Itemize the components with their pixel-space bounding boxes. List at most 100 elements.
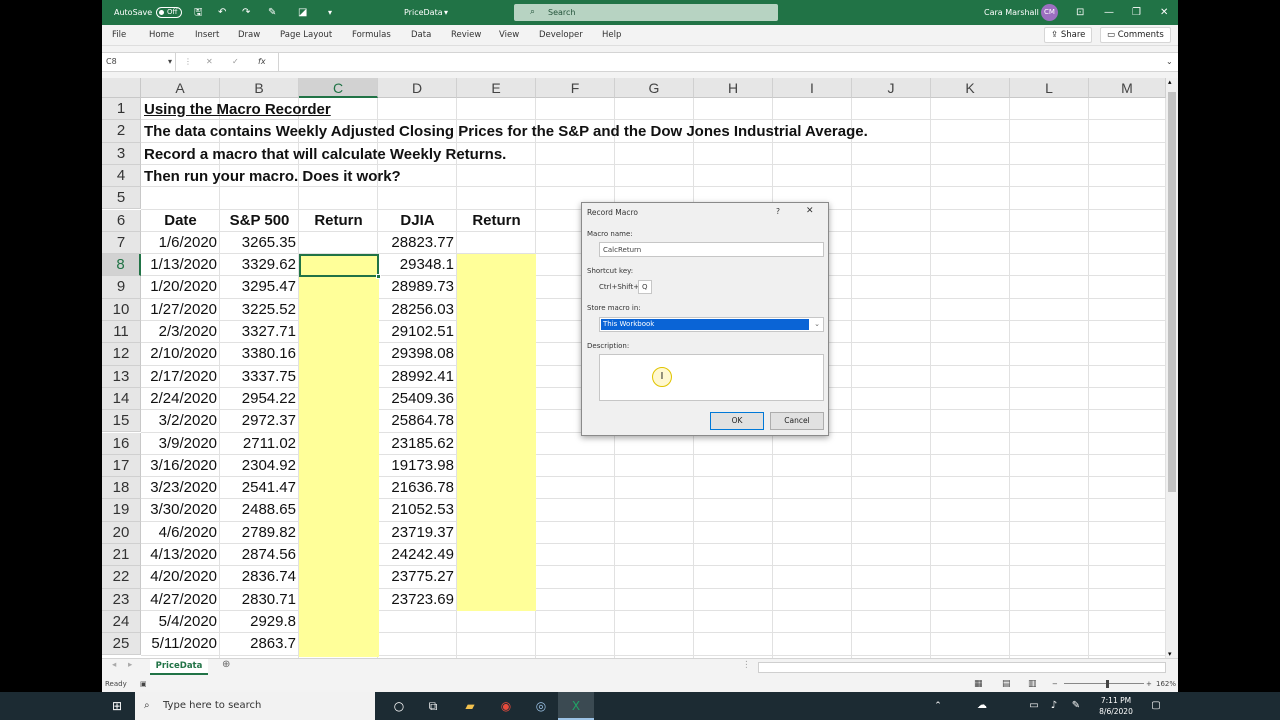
next-sheet-icon[interactable]: ▸ (128, 660, 132, 670)
active-cell-c8[interactable] (299, 254, 381, 279)
zoom-slider-thumb[interactable] (1106, 680, 1109, 688)
row-header-1[interactable]: 1 (102, 98, 141, 121)
sp500-cell[interactable]: 3380.16 (220, 343, 299, 365)
tab-review[interactable]: Review (451, 25, 481, 45)
djia-cell[interactable]: 28989.73 (378, 276, 457, 298)
djia-cell[interactable]: 23723.69 (378, 589, 457, 611)
date-cell[interactable]: 1/6/2020 (141, 232, 220, 254)
sp500-cell[interactable]: 2929.8 (220, 611, 299, 633)
djia-cell[interactable]: 29102.51 (378, 321, 457, 343)
sp500-cell[interactable]: 2711.02 (220, 433, 299, 455)
tab-data[interactable]: Data (411, 25, 431, 45)
avatar[interactable]: CM (1041, 4, 1058, 21)
sp500-cell[interactable]: 2836.74 (220, 566, 299, 588)
date-cell[interactable]: 4/13/2020 (141, 544, 220, 566)
sp500-cell[interactable]: 3225.52 (220, 299, 299, 321)
notifications-icon[interactable]: ▢ (1138, 692, 1174, 720)
row-header-21[interactable]: 21 (102, 544, 141, 567)
onedrive-icon[interactable]: ☁ (964, 692, 1000, 720)
column-header-l[interactable]: L (1010, 78, 1089, 98)
save-icon[interactable]: 🖫 (194, 0, 203, 25)
date-cell[interactable]: 2/10/2020 (141, 343, 220, 365)
row-header-19[interactable]: 19 (102, 499, 141, 522)
name-box[interactable]: C8 (102, 53, 176, 71)
date-cell[interactable]: 2/3/2020 (141, 321, 220, 343)
cancel-button[interactable]: Cancel (770, 412, 824, 430)
file-name-title[interactable]: PriceData (404, 0, 443, 25)
date-cell[interactable]: 3/9/2020 (141, 433, 220, 455)
tab-insert[interactable]: Insert (195, 25, 219, 45)
row-header-16[interactable]: 16 (102, 432, 141, 455)
row-header-12[interactable]: 12 (102, 343, 141, 366)
cell-a4[interactable]: Then run your macro. Does it work? (141, 166, 404, 188)
header-return-sp[interactable]: Return (299, 210, 378, 232)
taskbar-search[interactable]: ⌕ Type here to search (135, 692, 375, 720)
format-painter-icon[interactable]: ✎ (268, 0, 276, 25)
split-handle-icon[interactable]: ⋮ (742, 660, 751, 670)
chrome-icon[interactable]: ◉ (488, 692, 524, 720)
tab-formulas[interactable]: Formulas (352, 25, 391, 45)
column-header-f[interactable]: F (536, 78, 615, 98)
row-header-13[interactable]: 13 (102, 365, 141, 388)
file-explorer-icon[interactable]: ▰ (452, 692, 488, 720)
djia-cell[interactable]: 21052.53 (378, 499, 457, 521)
description-textarea[interactable]: I (599, 354, 824, 401)
row-header-4[interactable]: 4 (102, 164, 141, 188)
date-cell[interactable]: 3/16/2020 (141, 455, 220, 477)
tab-help[interactable]: Help (602, 25, 621, 45)
row-header-17[interactable]: 17 (102, 454, 141, 478)
tab-draw[interactable]: Draw (238, 25, 260, 45)
vertical-scrollbar[interactable]: ▴ ▾ (1166, 78, 1178, 658)
row-header-5[interactable]: 5 (102, 187, 141, 210)
cancel-entry-icon[interactable]: ✕ (206, 53, 213, 71)
prev-sheet-icon[interactable]: ◂ (112, 660, 116, 670)
help-icon[interactable]: ? (776, 207, 780, 216)
expand-formula-icon[interactable]: ⌄ (1166, 53, 1173, 71)
row-header-9[interactable]: 9 (102, 276, 141, 299)
row-header-22[interactable]: 22 (102, 566, 141, 589)
date-cell[interactable]: 1/13/2020 (141, 254, 220, 276)
column-header-h[interactable]: H (694, 78, 773, 98)
djia-cell[interactable]: 29348.1 (378, 254, 457, 276)
row-header-25[interactable]: 25 (102, 633, 141, 656)
row-header-11[interactable]: 11 (102, 321, 141, 344)
column-header-i[interactable]: I (773, 78, 852, 98)
date-cell[interactable]: 5/4/2020 (141, 611, 220, 633)
windows-start-icon[interactable]: ⊞ (99, 692, 135, 720)
sp500-cell[interactable]: 2488.65 (220, 499, 299, 521)
djia-cell[interactable]: 24242.49 (378, 544, 457, 566)
sp500-cell[interactable]: 3337.75 (220, 366, 299, 388)
horizontal-scrollbar[interactable] (758, 662, 1166, 673)
cell-a3[interactable]: Record a macro that will calculate Weekl… (141, 144, 509, 166)
taskbar-clock[interactable]: 7:11 PM 8/6/2020 (1088, 695, 1144, 717)
restore-icon[interactable]: ❐ (1132, 0, 1141, 25)
column-header-a[interactable]: A (141, 78, 220, 98)
djia-cell[interactable]: 19173.98 (378, 455, 457, 477)
title-search-box[interactable]: ⌕ Search (514, 4, 778, 21)
add-sheet-icon[interactable]: ⊕ (222, 659, 230, 670)
date-cell[interactable]: 4/20/2020 (141, 566, 220, 588)
header-sp500[interactable]: S&P 500 (220, 210, 299, 232)
djia-cell[interactable]: 28823.77 (378, 232, 457, 254)
row-header-7[interactable]: 7 (102, 231, 141, 255)
djia-cell[interactable]: 23185.62 (378, 433, 457, 455)
column-header-j[interactable]: J (852, 78, 931, 98)
date-cell[interactable]: 2/24/2020 (141, 388, 220, 410)
sp500-cell[interactable]: 3329.62 (220, 254, 299, 276)
sp500-cell[interactable]: 2874.56 (220, 544, 299, 566)
date-cell[interactable]: 3/30/2020 (141, 499, 220, 521)
djia-cell[interactable]: 23719.37 (378, 522, 457, 544)
djia-cell[interactable]: 21636.78 (378, 477, 457, 499)
sheet-tab-pricedata[interactable]: PriceData (150, 659, 208, 675)
redo-icon[interactable]: ↷ (242, 0, 250, 25)
ok-button[interactable]: OK (710, 412, 764, 430)
date-cell[interactable]: 2/17/2020 (141, 366, 220, 388)
column-header-b[interactable]: B (220, 78, 299, 98)
customize-qat-icon[interactable]: ▾ (328, 0, 332, 25)
row-header-20[interactable]: 20 (102, 521, 141, 544)
macro-name-input[interactable] (599, 242, 824, 257)
djia-cell[interactable]: 23775.27 (378, 566, 457, 588)
fill-handle[interactable] (376, 274, 381, 279)
autosave-toggle[interactable]: Off (156, 7, 182, 18)
share-button[interactable]: ⇪ Share (1044, 27, 1093, 43)
